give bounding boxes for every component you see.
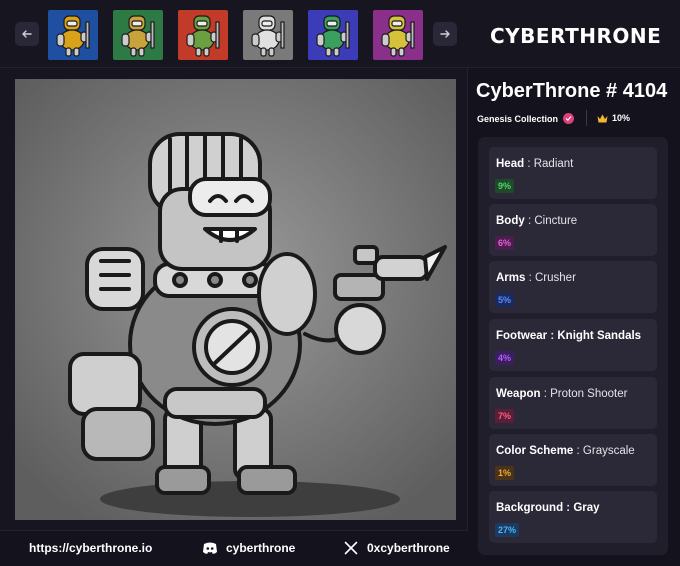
rarity-value: 10% (612, 113, 631, 123)
trait-card[interactable]: Arms : Crusher 5% (489, 261, 657, 313)
x-twitter-icon (344, 541, 358, 555)
trait-name: Background (496, 502, 564, 514)
gallery-thumbnail[interactable] (113, 10, 163, 60)
traits-panel: Head : Radiant 9% Body : Cincture 6% Arms : … (478, 137, 668, 555)
trait-separator: : (540, 388, 551, 400)
trait-card[interactable]: Body : Cincture 6% (489, 204, 657, 256)
discord-icon (203, 542, 217, 554)
x-link[interactable]: 0xcyberthrone (343, 541, 450, 555)
trait-name: Weapon (496, 388, 541, 400)
gallery-thumbnail[interactable] (243, 10, 293, 60)
trait-line: Color Scheme : Grayscale (496, 445, 635, 457)
gallery-thumbnail[interactable] (373, 10, 423, 60)
trait-rarity-badge: 7% (495, 409, 515, 423)
trait-separator: : (547, 330, 558, 342)
trait-separator: : (573, 445, 583, 457)
trait-value: Knight Sandals (557, 330, 642, 342)
previous-button[interactable] (15, 22, 39, 46)
trait-line: Weapon : Proton Shooter (496, 388, 627, 400)
top-bar: CYBERTHRONE (0, 0, 680, 68)
trait-line: Arms : Crusher (496, 272, 576, 284)
trait-name: Footwear (496, 330, 548, 342)
trait-card[interactable]: Background : Gray 27% (489, 491, 657, 543)
robot-thumbnail-image (373, 10, 423, 60)
trait-separator: : (525, 272, 535, 284)
trait-card[interactable]: Weapon : Proton Shooter 7% (489, 377, 657, 429)
trait-card[interactable]: Color Scheme : Grayscale 1% (489, 434, 657, 486)
robot-thumbnail-image (113, 10, 163, 60)
trait-line: Head : Radiant (496, 158, 573, 170)
trait-line: Background : Gray (496, 502, 600, 514)
trait-name: Arms (496, 272, 526, 284)
verified-icon (563, 113, 575, 124)
trait-value: Cincture (534, 215, 578, 227)
trait-name: Body (496, 215, 525, 227)
rarity-badge: 10% (597, 113, 630, 123)
nft-artwork-image (15, 79, 456, 520)
discord-link[interactable]: cyberthrone (202, 541, 295, 555)
trait-value: Radiant (533, 158, 574, 170)
trait-value: Gray (573, 502, 600, 514)
trait-separator: : (524, 158, 534, 170)
trait-name: Head (496, 158, 525, 170)
collection-name: Genesis Collection (477, 113, 559, 124)
trait-rarity-badge: 1% (495, 466, 515, 480)
gallery-thumbnail[interactable] (48, 10, 98, 60)
trait-rarity-badge: 27% (495, 523, 520, 537)
trait-value: Proton Shooter (550, 388, 628, 400)
website-link[interactable]: https://cyberthrone.io (29, 541, 152, 555)
discord-link-text: cyberthrone (226, 541, 296, 555)
arrow-right-icon (440, 30, 450, 38)
artwork-panel (0, 68, 468, 530)
trait-rarity-badge: 6% (495, 236, 515, 250)
header-divider (586, 110, 587, 126)
collection-badge[interactable]: Genesis Collection (477, 113, 575, 124)
trait-card[interactable]: Footwear : Knight Sandals 4% (489, 319, 657, 371)
trait-value: Crusher (535, 272, 576, 284)
trait-card[interactable]: Head : Radiant 9% (489, 147, 657, 199)
trait-separator: : (563, 502, 574, 514)
trait-line: Body : Cincture (496, 215, 577, 227)
x-link-text: 0xcyberthrone (367, 541, 450, 555)
trait-rarity-badge: 9% (495, 179, 515, 193)
robot-illustration (15, 79, 456, 520)
trait-line: Footwear : Knight Sandals (496, 330, 641, 342)
nft-title: CyberThrone # 4104 (476, 80, 668, 102)
trait-name: Color Scheme (496, 445, 574, 457)
website-link-text: https://cyberthrone.io (29, 541, 153, 555)
footer-bar: https://cyberthrone.io cyberthrone 0xcyb… (0, 530, 468, 566)
robot-thumbnail-image (308, 10, 358, 60)
trait-value: Grayscale (582, 445, 635, 457)
gallery-thumbnail[interactable] (308, 10, 358, 60)
arrow-left-icon (22, 30, 32, 38)
trait-rarity-badge: 5% (495, 293, 515, 307)
robot-thumbnail-image (243, 10, 293, 60)
trait-separator: : (524, 215, 535, 227)
robot-thumbnail-image (48, 10, 98, 60)
next-button[interactable] (433, 22, 457, 46)
brand-logo[interactable]: CYBERTHRONE (490, 24, 661, 48)
robot-thumbnail-image (178, 10, 228, 60)
crown-icon (597, 114, 608, 122)
trait-rarity-badge: 4% (495, 351, 515, 365)
gallery-thumbnail[interactable] (178, 10, 228, 60)
